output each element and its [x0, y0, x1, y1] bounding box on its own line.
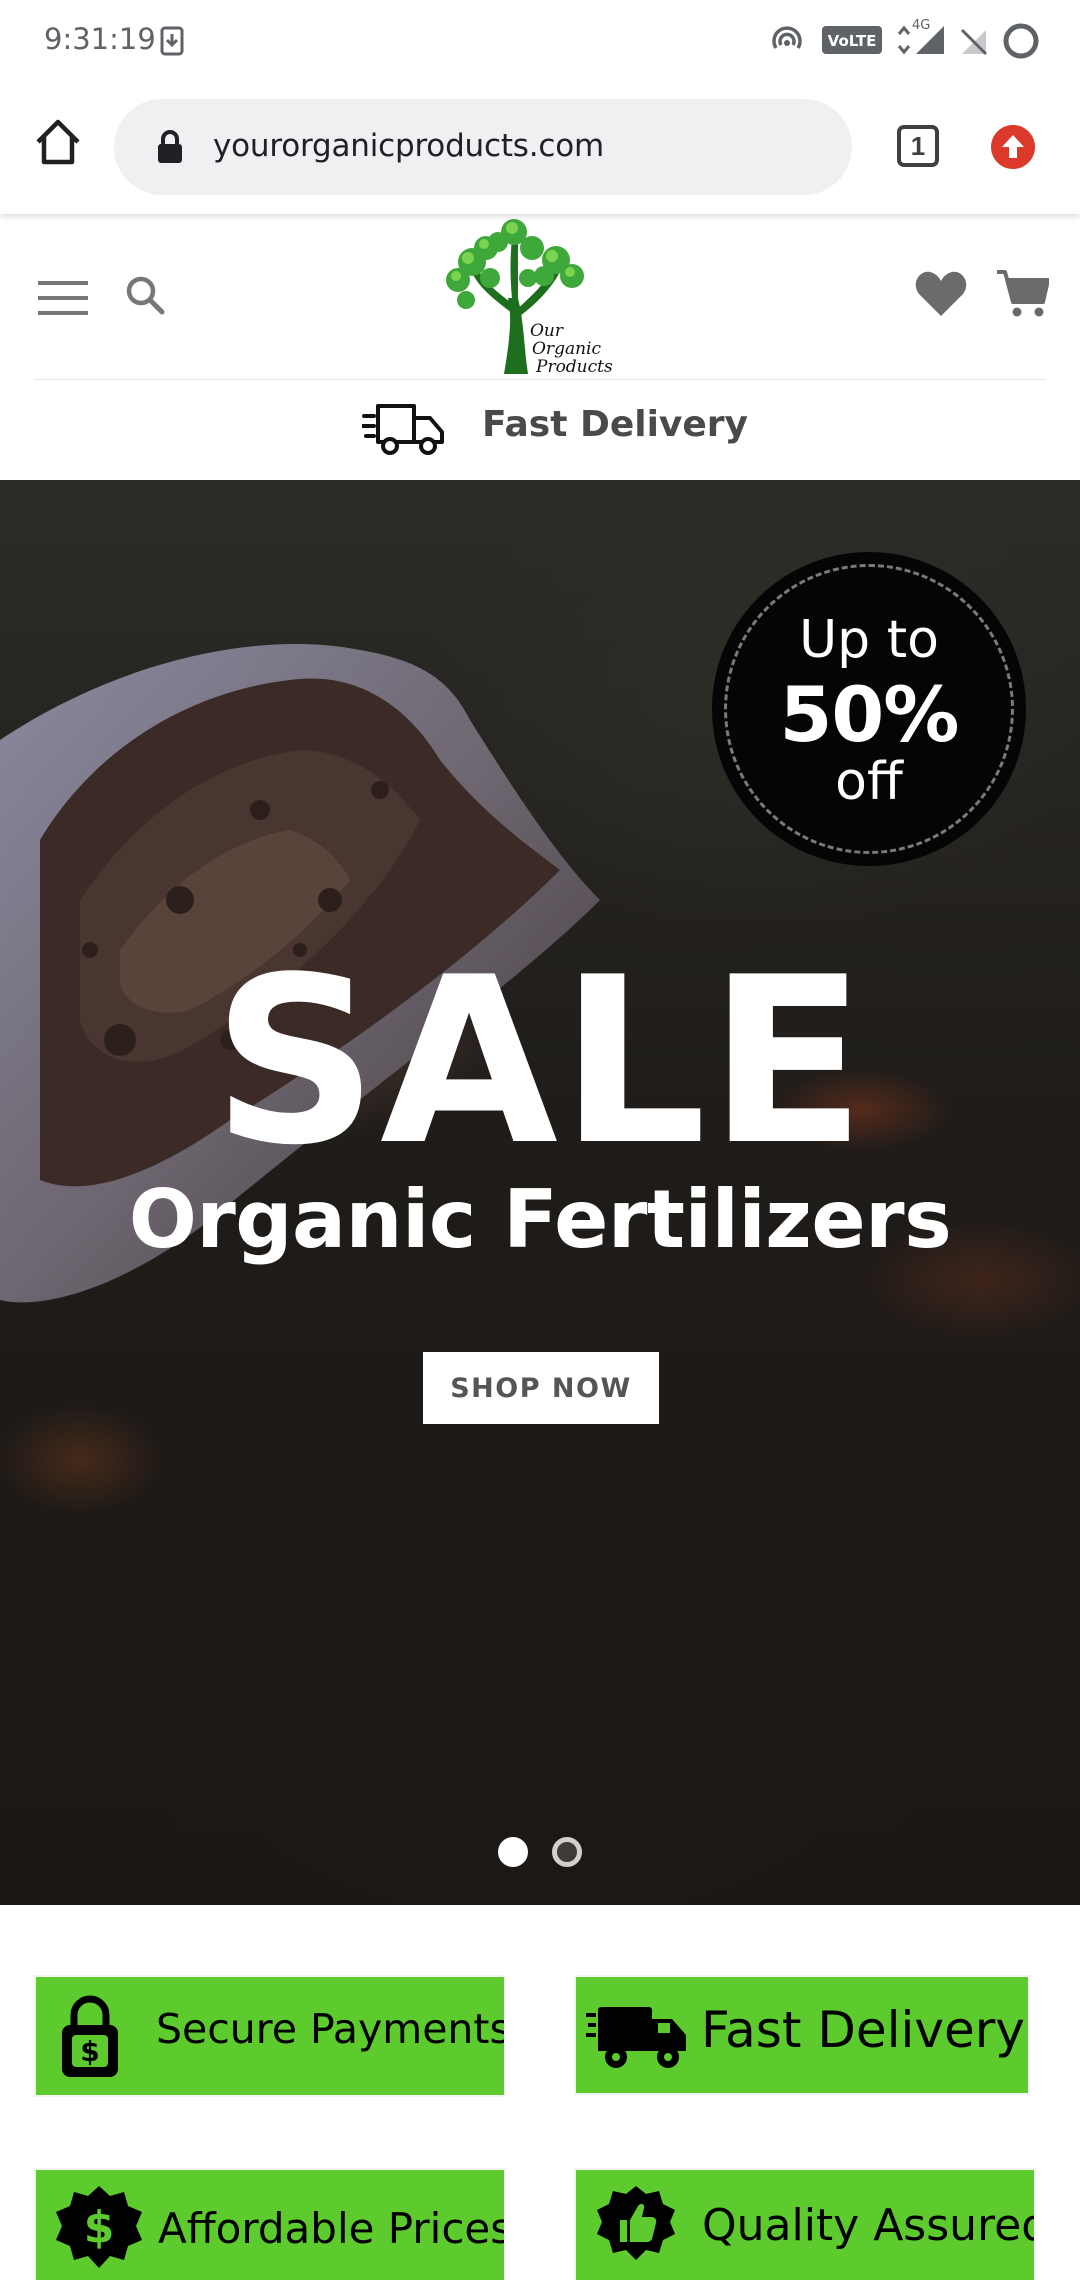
feature-secure-payments: $ Secure Payments	[36, 1977, 504, 2095]
feature-affordable-prices: $ Affordable Prices	[36, 2170, 504, 2280]
site-header: Our Organic Products	[0, 214, 1080, 381]
dollar-badge-icon: $	[56, 2186, 142, 2268]
wishlist-heart-icon[interactable]	[915, 270, 967, 318]
no-sim-icon	[960, 28, 988, 56]
slider-dot-2[interactable]	[552, 1837, 582, 1867]
signal-4g-icon	[897, 25, 944, 55]
badge-percent: 50%	[779, 670, 960, 759]
hero-title: SALE	[212, 929, 868, 1196]
slider-dot-1[interactable]	[498, 1837, 528, 1867]
delivery-truck-icon	[586, 2007, 686, 2068]
hamburger-menu-icon[interactable]	[38, 280, 88, 316]
hotspot-icon	[772, 26, 802, 49]
url-text: yourorganicproducts.com	[213, 128, 605, 164]
home-icon[interactable]	[30, 114, 86, 170]
tab-switcher-button[interactable]: 1	[897, 125, 939, 167]
browser-toolbar: yourorganicproducts.com 1	[0, 82, 1080, 214]
volte-text: VoLTE	[828, 32, 877, 50]
hero-slider[interactable]: Up to 50% off SALE Organic Fertilizers S…	[0, 480, 1080, 1905]
delivery-label: Fast Delivery	[482, 404, 749, 445]
status-bar: 9:31:19 VoLTE 4G	[0, 0, 1080, 82]
padlock-dollar-icon: $	[62, 1995, 118, 2077]
feature-quality-assured: Quality Assured	[576, 2170, 1034, 2280]
delivery-banner: Fast Delivery	[0, 380, 1080, 480]
svg-text:$: $	[84, 2202, 115, 2253]
download-icon	[160, 26, 184, 56]
cart-icon[interactable]	[995, 268, 1049, 318]
thumbs-up-badge-icon	[597, 2186, 675, 2260]
feature-affordable-label: Affordable Prices	[158, 2204, 504, 2253]
hero-subtitle: Organic Fertilizers	[128, 1173, 952, 1266]
search-icon[interactable]	[124, 274, 166, 316]
logo-text-organic: Organic	[532, 339, 601, 359]
delivery-truck-icon	[362, 404, 444, 455]
feature-fast-label: Fast Delivery	[701, 2001, 1025, 2059]
status-time: 9:31:19	[44, 22, 156, 56]
update-arrow-icon[interactable]	[991, 125, 1035, 169]
badge-up-to: Up to	[799, 610, 939, 670]
site-logo[interactable]: Our Organic Products	[432, 218, 632, 378]
address-bar[interactable]: yourorganicproducts.com	[114, 99, 852, 195]
loading-icon	[1003, 23, 1039, 59]
shop-now-button[interactable]: SHOP NOW	[423, 1352, 659, 1424]
discount-badge: Up to 50% off	[712, 552, 1026, 866]
feature-secure-label: Secure Payments	[156, 2005, 504, 2053]
logo-text-our: Our	[530, 321, 564, 341]
badge-off: off	[835, 752, 903, 812]
svg-text:$: $	[80, 2035, 99, 2068]
lock-icon	[158, 130, 182, 163]
logo-text-products: Products	[535, 357, 613, 377]
feature-quality-label: Quality Assured	[702, 2200, 1034, 2251]
feature-fast-delivery: Fast Delivery	[576, 1977, 1028, 2093]
volte-icon: VoLTE	[822, 26, 882, 54]
